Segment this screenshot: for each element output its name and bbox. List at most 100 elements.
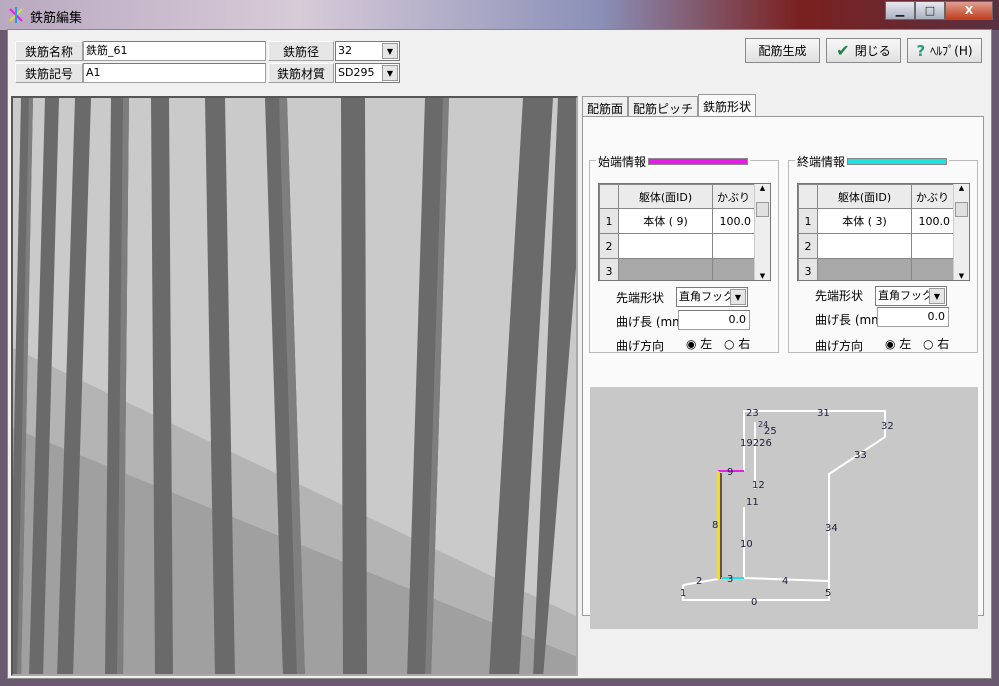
minimize-button[interactable]: ▁ xyxy=(885,1,915,20)
material-value: SD295 xyxy=(338,66,375,79)
diagram-label: 34 xyxy=(825,523,838,534)
diagram-label: 4 xyxy=(782,576,788,587)
diagram-label: 0 xyxy=(751,597,757,608)
diagram-label: 3 xyxy=(727,574,733,585)
tab-bar: 配筋面 配筋ピッチ 鉄筋形状 xyxy=(582,94,757,117)
end-info-title: 終端情報 xyxy=(797,155,846,169)
title-bar: 鉄筋編集 ▁ □ X xyxy=(0,0,999,30)
3d-rebar-render xyxy=(13,98,576,674)
close-button[interactable]: ✔ 閉じる xyxy=(826,38,901,63)
cell-body[interactable] xyxy=(618,258,713,280)
diagram-label: 10 xyxy=(740,539,753,550)
row-number: 3 xyxy=(798,258,818,280)
tip-shape-label: 先端形状 xyxy=(616,291,665,305)
bend-length-input[interactable]: 0.0 xyxy=(678,310,750,330)
cell-body[interactable] xyxy=(618,233,713,259)
table-row[interactable]: 2 xyxy=(599,233,755,259)
scrollbar[interactable]: ▲ ▼ xyxy=(953,184,969,280)
app-icon xyxy=(9,7,23,23)
diameter-select[interactable]: 32 ▼ xyxy=(335,41,400,61)
chevron-down-icon[interactable]: ▼ xyxy=(929,288,945,304)
rebar-code-label: 鉄筋記号 xyxy=(15,63,83,83)
help-button[interactable]: ? ﾍﾙﾌﾟ(H) xyxy=(907,38,982,63)
section-outline xyxy=(682,410,886,601)
tip-shape-select[interactable]: 直角フック ▼ xyxy=(676,287,748,307)
table-row[interactable]: 2 xyxy=(798,233,954,259)
cell-cover[interactable] xyxy=(712,233,755,259)
diameter-label: 鉄筋径 xyxy=(268,41,334,61)
chevron-down-icon[interactable]: ▼ xyxy=(382,43,398,59)
row-number: 1 xyxy=(798,208,818,234)
scrollbar[interactable]: ▲ ▼ xyxy=(754,184,770,280)
diagram-label: 23 xyxy=(746,408,759,419)
diagram-label: 33 xyxy=(854,450,867,461)
generate-label: 配筋生成 xyxy=(758,44,807,58)
end-info-group: 終端情報 躯体(面ID) かぶり 1 本体 ( 3) 100.0 2 3 ▲ ▼ 先端形… xyxy=(788,153,978,353)
diagram-label: 12 xyxy=(752,480,765,491)
material-select[interactable]: SD295 ▼ xyxy=(335,63,400,83)
cell-body[interactable] xyxy=(817,233,912,259)
3d-view[interactable] xyxy=(11,96,578,676)
bend-direction-label: 曲げ方向 xyxy=(616,339,665,353)
tab-rebar-pitch[interactable]: 配筋ピッチ xyxy=(628,96,699,117)
help-label: ﾍﾙﾌﾟ(H) xyxy=(930,44,973,58)
diagram-label: 25 xyxy=(764,426,777,437)
radio-right-label: 右 xyxy=(937,337,950,351)
col-header-body[interactable]: 躯体(面ID) xyxy=(817,184,912,209)
maximize-button[interactable]: □ xyxy=(915,1,945,20)
col-header-cover[interactable]: かぶり xyxy=(712,184,755,209)
tab-rebar-face[interactable]: 配筋面 xyxy=(582,96,629,117)
chevron-down-icon[interactable]: ▼ xyxy=(730,289,746,305)
table-row[interactable]: 1 本体 ( 3) 100.0 xyxy=(798,208,954,234)
radio-left[interactable]: ◉ 左 xyxy=(686,335,712,352)
bend-direction-label: 曲げ方向 xyxy=(815,339,864,353)
close-window-button[interactable]: X xyxy=(945,1,993,20)
tip-shape-label: 先端形状 xyxy=(815,289,864,303)
diagram-label: 32 xyxy=(881,421,894,432)
diagram-label: 5 xyxy=(825,588,831,599)
chevron-down-icon[interactable]: ▼ xyxy=(382,65,398,81)
table-row[interactable]: 3 xyxy=(798,258,954,280)
row-number: 2 xyxy=(599,233,619,259)
end-grid[interactable]: 躯体(面ID) かぶり 1 本体 ( 3) 100.0 2 3 ▲ ▼ xyxy=(797,183,970,281)
row-number: 2 xyxy=(798,233,818,259)
rebar-name-label: 鉄筋名称 xyxy=(15,41,83,61)
diagram-label: 1 xyxy=(680,588,686,599)
bend-length-input[interactable]: 0.0 xyxy=(877,307,949,327)
diagram-label: 31 xyxy=(817,408,830,419)
radio-right-label: 右 xyxy=(738,337,751,351)
col-header-cover[interactable]: かぶり xyxy=(911,184,954,209)
start-info-title: 始端情報 xyxy=(598,155,647,169)
rebar-code-input[interactable]: A1 xyxy=(83,63,266,83)
generate-button[interactable]: 配筋生成 xyxy=(745,38,820,63)
end-color-swatch[interactable] xyxy=(847,158,948,165)
radio-right[interactable]: ○ 右 xyxy=(724,335,750,352)
start-grid[interactable]: 躯体(面ID) かぶり 1 本体 ( 9) 100.0 2 3 ▲ ▼ xyxy=(598,183,771,281)
table-row[interactable]: 3 xyxy=(599,258,755,280)
cell-body[interactable] xyxy=(817,258,912,280)
cell-cover[interactable]: 100.0 xyxy=(911,208,954,234)
dialog-body: 鉄筋名称 鉄筋_61 鉄筋記号 A1 鉄筋径 32 ▼ 鉄筋材質 SD295 ▼ 配… xyxy=(7,29,992,679)
cell-cover[interactable] xyxy=(911,233,954,259)
rebar-name-input[interactable]: 鉄筋_61 xyxy=(83,41,266,61)
check-icon: ✔ xyxy=(836,41,850,60)
cell-cover[interactable] xyxy=(712,258,755,280)
diagram-label: 19226 xyxy=(740,438,772,449)
start-color-swatch[interactable] xyxy=(648,158,749,165)
cell-cover[interactable]: 100.0 xyxy=(712,208,755,234)
radio-right[interactable]: ○ 右 xyxy=(923,335,949,352)
help-icon: ? xyxy=(916,41,926,60)
col-header-body[interactable]: 躯体(面ID) xyxy=(618,184,713,209)
section-diagram[interactable]: 0 1 2 3 4 5 8 9 10 11 12 19226 23 24 25 … xyxy=(590,387,978,629)
radio-left[interactable]: ◉ 左 xyxy=(885,335,911,352)
material-label: 鉄筋材質 xyxy=(268,63,334,83)
cell-body[interactable]: 本体 ( 9) xyxy=(618,208,713,234)
tab-rebar-shape[interactable]: 鉄筋形状 xyxy=(698,94,757,117)
diagram-label: 2 xyxy=(696,576,702,587)
table-row[interactable]: 1 本体 ( 9) 100.0 xyxy=(599,208,755,234)
diagram-label: 9 xyxy=(727,467,733,478)
tip-shape-select[interactable]: 直角フック ▼ xyxy=(875,286,947,306)
cell-body[interactable]: 本体 ( 3) xyxy=(817,208,912,234)
radio-left-label: 左 xyxy=(899,337,912,351)
cell-cover[interactable] xyxy=(911,258,954,280)
